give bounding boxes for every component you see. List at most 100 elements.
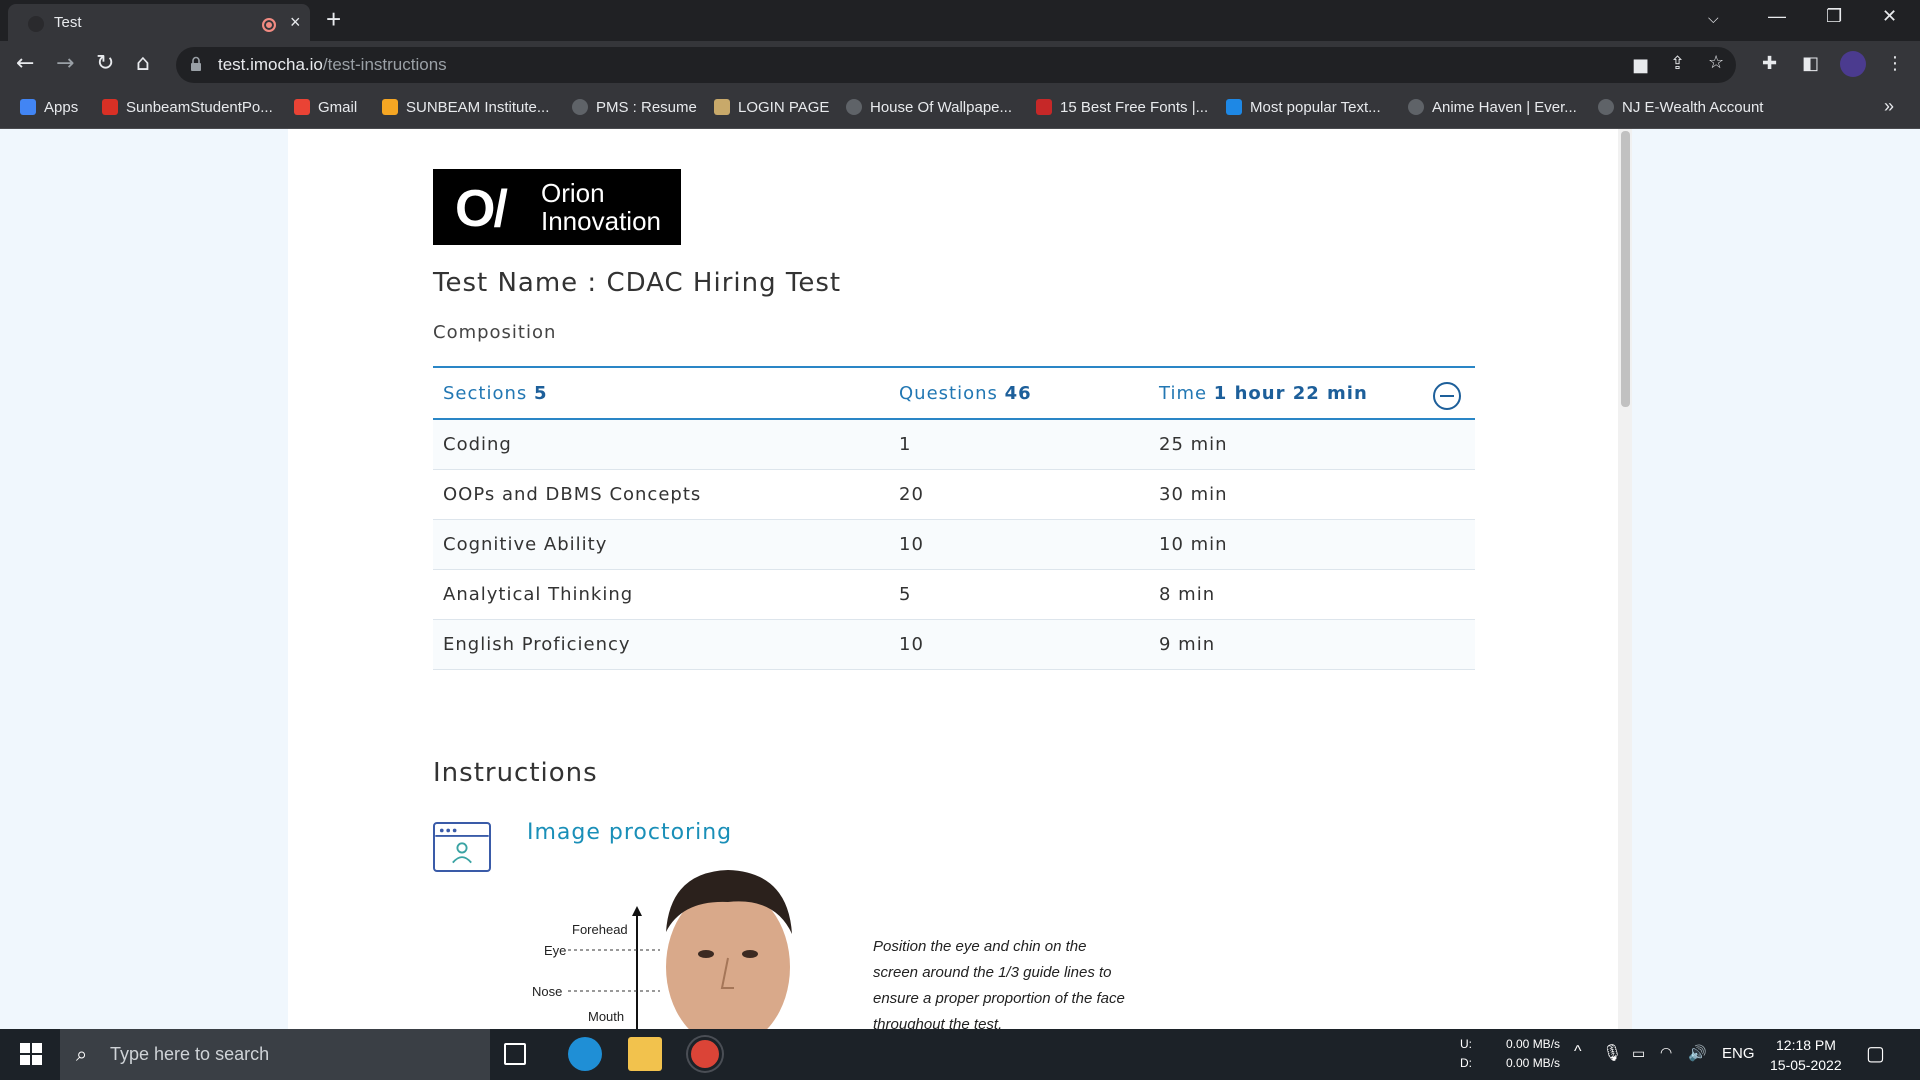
section-questions: 1 [899, 434, 912, 455]
globe-icon [572, 99, 588, 115]
page-title: Test Name : CDAC Hiring Test [433, 268, 842, 298]
bookmark-label: 15 Best Free Fonts |... [1060, 99, 1209, 116]
minimize-button[interactable]: — [1768, 6, 1786, 27]
sections-label: Sections [443, 383, 528, 404]
scrollbar-thumb[interactable] [1621, 131, 1630, 407]
volume-icon[interactable]: 🔊 [1688, 1044, 1707, 1062]
bookmark-label: SunbeamStudentPo... [126, 99, 273, 116]
chrome-icon[interactable] [688, 1037, 722, 1071]
camera-icon[interactable]: ■ [1632, 55, 1649, 76]
sections-summary: Sections 5 [443, 383, 548, 404]
bookmark-house-of-wallpapers[interactable]: House Of Wallpape... [846, 99, 1012, 116]
page-scrollbar[interactable] [1618, 129, 1632, 1029]
search-placeholder: Type here to search [110, 1044, 270, 1064]
url-text: test.imocha.io/test-instructions [218, 55, 447, 75]
questions-summary: Questions 46 [899, 383, 1032, 404]
bookmark-sunbeam-student[interactable]: SunbeamStudentPo... [102, 99, 273, 116]
bookmark-free-fonts[interactable]: 15 Best Free Fonts |... [1036, 99, 1208, 116]
tray-chevron-icon[interactable]: ^ [1574, 1043, 1582, 1061]
sunbeam-in-icon [382, 99, 398, 115]
table-row: English Proficiency 10 9 min [433, 620, 1475, 670]
logo-mark: O/ [455, 180, 508, 238]
file-explorer-icon[interactable] [628, 1037, 662, 1071]
edge-browser-icon[interactable] [568, 1037, 602, 1071]
clock-time[interactable]: 12:18 PM [1776, 1037, 1836, 1053]
section-questions: 10 [899, 534, 924, 555]
side-panel-icon[interactable]: ◧ [1802, 53, 1819, 74]
extensions-icon[interactable]: ✚ [1762, 53, 1777, 74]
notifications-icon[interactable]: ▢ [1866, 1041, 1885, 1066]
more-bookmarks-button[interactable]: » [1884, 96, 1894, 117]
recording-indicator-icon [262, 18, 276, 32]
logo-text: Orion Innovation [541, 179, 661, 235]
composition-label: Composition [433, 322, 557, 343]
address-bar[interactable]: test.imocha.io/test-instructions ■ ⇪ ☆ [176, 47, 1736, 83]
globe-icon [846, 99, 862, 115]
bookmark-login-page[interactable]: LOGIN PAGE [714, 99, 829, 116]
table-row: Analytical Thinking 5 8 min [433, 570, 1475, 620]
home-button[interactable]: ⌂ [136, 51, 150, 76]
net-down-speed: 0.00 MB/s [1506, 1056, 1561, 1070]
collapse-minus-icon[interactable] [1433, 382, 1461, 410]
tab-search-icon[interactable]: ⌵ [1708, 10, 1719, 27]
bookmark-popular-text[interactable]: Most popular Text... [1226, 99, 1381, 116]
browser-tab[interactable]: Test × [8, 4, 310, 41]
bookmark-label: Most popular Text... [1250, 99, 1381, 116]
section-questions: 20 [899, 484, 924, 505]
mouth-label: Mouth [588, 1009, 625, 1024]
bookmark-label: Anime Haven | Ever... [1432, 99, 1577, 116]
close-tab-button[interactable]: × [290, 12, 301, 33]
orion-innovation-logo: O/ Orion Innovation [433, 169, 681, 245]
wifi-icon[interactable]: ◠ [1660, 1044, 1672, 1061]
logo-line1: Orion [541, 178, 605, 208]
restore-button[interactable]: ❐ [1826, 6, 1842, 27]
time-total: 1 hour 22 min [1213, 383, 1368, 404]
section-time: 10 min [1159, 534, 1228, 555]
windows-start-icon[interactable] [20, 1043, 42, 1065]
eye-label: Eye [544, 943, 567, 958]
face-position-note: Position the eye and chin on the screen … [873, 938, 1125, 1033]
task-view-icon[interactable] [504, 1043, 526, 1065]
bookmark-label: NJ E-Wealth Account [1622, 99, 1764, 116]
sections-count: 5 [534, 383, 548, 404]
bookmark-label: LOGIN PAGE [738, 99, 830, 116]
image-proctoring-title[interactable]: Image proctoring [527, 820, 732, 845]
table-row: Coding 1 25 min [433, 420, 1475, 470]
close-window-button[interactable]: ✕ [1882, 6, 1897, 27]
profile-avatar[interactable] [1840, 51, 1866, 77]
taskbar-search-box[interactable]: ⌕ Type here to search [60, 1029, 490, 1080]
net-up-speed: 0.00 MB/s [1506, 1037, 1561, 1051]
tab-title: Test [54, 14, 82, 31]
section-name: OOPs and DBMS Concepts [443, 484, 702, 505]
battery-icon[interactable]: ▭ [1632, 1045, 1645, 1062]
bookmark-star-icon[interactable]: ☆ [1708, 52, 1724, 73]
table-header: Sections 5 Questions 46 Time 1 hour 22 m… [433, 366, 1475, 420]
section-name: Analytical Thinking [443, 584, 634, 605]
section-time: 9 min [1159, 634, 1216, 655]
bookmark-anime-haven[interactable]: Anime Haven | Ever... [1408, 99, 1577, 116]
language-indicator[interactable]: ENG [1722, 1045, 1755, 1062]
menu-kebab-icon[interactable]: ⋮ [1886, 53, 1904, 74]
bookmark-gmail[interactable]: Gmail [294, 99, 357, 116]
back-button[interactable]: ← [16, 51, 34, 76]
bookmark-label: House Of Wallpape... [870, 99, 1013, 116]
forward-button[interactable]: → [56, 51, 74, 76]
url-domain: test.imocha.io [218, 55, 323, 74]
questions-label: Questions [899, 383, 998, 404]
microphone-icon[interactable]: 🎙 [1602, 1043, 1622, 1063]
section-time: 25 min [1159, 434, 1228, 455]
share-icon[interactable]: ⇪ [1670, 53, 1685, 74]
reload-button[interactable]: ↻ [96, 51, 114, 76]
forehead-label: Forehead [572, 922, 628, 937]
bookmark-apps[interactable]: Apps [20, 99, 78, 116]
clock-date[interactable]: 15-05-2022 [1770, 1057, 1842, 1073]
login-icon [714, 99, 730, 115]
tab-favicon-icon [28, 16, 44, 32]
bookmark-pms-resume[interactable]: PMS : Resume [572, 99, 697, 116]
bookmark-nj-ewealth[interactable]: NJ E-Wealth Account [1598, 99, 1763, 116]
new-tab-button[interactable]: + [326, 4, 341, 35]
bookmark-sunbeam-institute[interactable]: SUNBEAM Institute... [382, 99, 549, 116]
net-up-label: U: [1460, 1037, 1472, 1051]
gmail-icon [294, 99, 310, 115]
windows-taskbar: ⌕ Type here to search U: D: 0.00 MB/s 0.… [0, 1029, 1920, 1080]
